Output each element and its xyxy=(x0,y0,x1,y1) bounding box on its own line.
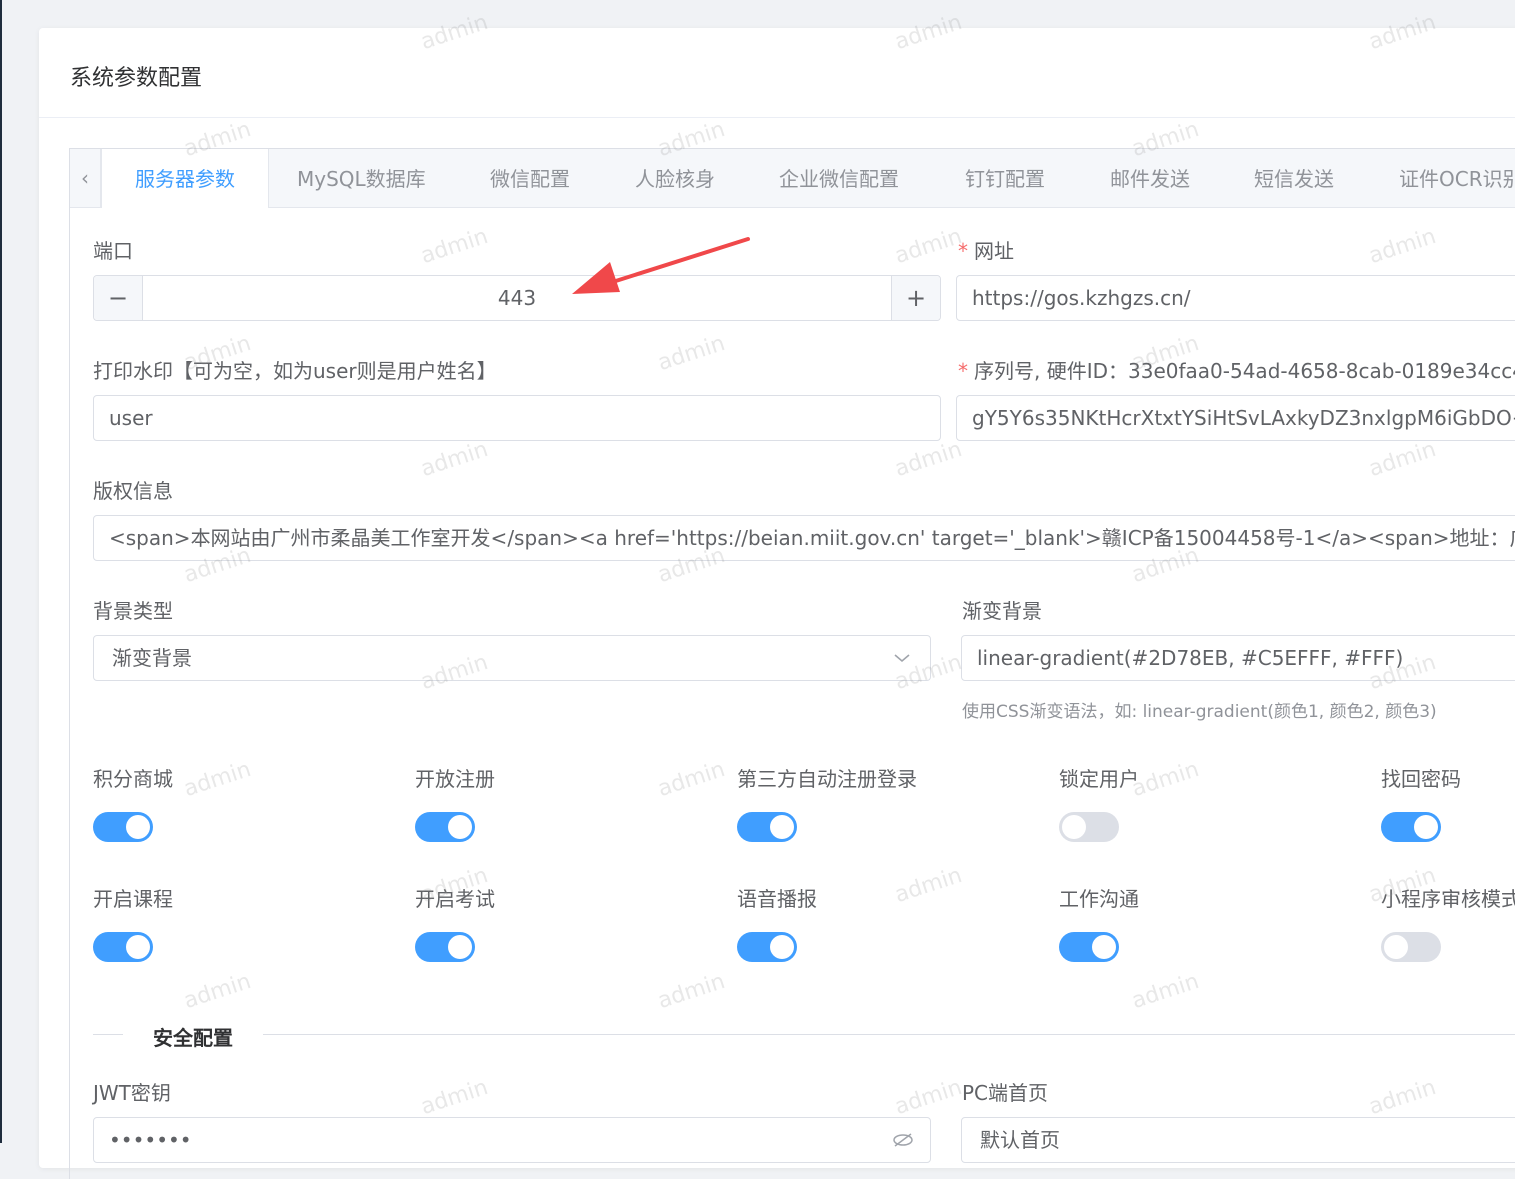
open-register-switch[interactable] xyxy=(415,812,475,842)
serial-label: * 序列号, 硬件ID：33e0faa0-54ad-4658-8cab-0189e… xyxy=(958,355,1515,384)
tab-dingtalk[interactable]: 钉钉配置 xyxy=(965,149,1045,207)
switch-knob xyxy=(1092,935,1116,959)
switch-knob xyxy=(126,935,150,959)
copyright-label: 版权信息 xyxy=(93,479,173,503)
print-watermark-label: 打印水印【可为空，如为user则是用户姓名】 xyxy=(93,359,497,383)
port-decrease-button[interactable]: − xyxy=(94,276,143,320)
required-mark: * xyxy=(958,359,968,383)
serial-label-text: 序列号, 硬件ID：33e0faa0-54ad-4658-8cab-0189e3… xyxy=(974,359,1515,383)
miniapp-review-switch[interactable] xyxy=(1381,932,1441,962)
port-label: 端口 xyxy=(93,239,133,263)
tab-wechat[interactable]: 微信配置 xyxy=(490,149,570,207)
gradient-label: 渐变背景 xyxy=(962,599,1042,623)
switch-knob xyxy=(770,935,794,959)
url-input[interactable]: https://gos.kzhgzs.cn/ xyxy=(956,275,1515,321)
url-label: * 网址 xyxy=(958,235,1014,264)
tab-face-verify[interactable]: 人脸核身 xyxy=(635,149,715,207)
section-divider xyxy=(93,1034,1515,1035)
tab-email[interactable]: 邮件发送 xyxy=(1110,149,1190,207)
enable-exam-switch[interactable] xyxy=(415,932,475,962)
points-mall-switch[interactable] xyxy=(93,812,153,842)
jwt-value: ••••••• xyxy=(109,1128,192,1152)
bg-type-value: 渐变背景 xyxy=(112,646,192,670)
left-edge-stripe xyxy=(0,0,2,1143)
port-increase-button[interactable]: + xyxy=(891,276,940,320)
security-section-title: 安全配置 xyxy=(123,1022,263,1051)
page-title: 系统参数配置 xyxy=(70,66,203,91)
bg-type-select[interactable]: 渐变背景 xyxy=(93,635,931,681)
switch-knob xyxy=(448,935,472,959)
url-label-text: 网址 xyxy=(974,239,1014,263)
print-watermark-input[interactable]: user xyxy=(93,395,941,441)
lock-user-switch[interactable] xyxy=(1059,812,1119,842)
recover-password-label: 找回密码 xyxy=(1381,767,1461,791)
serial-input[interactable]: gY5Y6s35NKtHcrXtxtYSiHtSvLAxkyDZ3nxlgpM6… xyxy=(956,395,1515,441)
third-party-login-switch[interactable] xyxy=(737,812,797,842)
work-chat-label: 工作沟通 xyxy=(1059,887,1139,911)
switch-knob xyxy=(1062,815,1086,839)
voice-broadcast-label: 语音播报 xyxy=(737,887,817,911)
config-card: 系统参数配置 ‹ 服务器参数 MySQL数据库 微信配置 人脸核身 企业微信配置… xyxy=(39,28,1515,1179)
voice-broadcast-switch[interactable] xyxy=(737,932,797,962)
gradient-input[interactable]: linear-gradient(#2D78EB, #C5EFFF, #FFF) xyxy=(961,635,1515,681)
required-mark: * xyxy=(958,239,968,263)
chevron-down-icon xyxy=(894,654,910,663)
tab-mysql[interactable]: MySQL数据库 xyxy=(297,149,426,207)
switch-knob xyxy=(1414,815,1438,839)
tab-sms[interactable]: 短信发送 xyxy=(1254,149,1334,207)
pc-home-label: PC端首页 xyxy=(962,1081,1049,1105)
copyright-input[interactable]: <span>本网站由广州市柔晶美工作室开发</span><a href='htt… xyxy=(93,515,1515,561)
jwt-label: JWT密钥 xyxy=(93,1081,171,1105)
pc-home-select[interactable]: 默认首页 xyxy=(961,1117,1515,1163)
enable-course-switch[interactable] xyxy=(93,932,153,962)
miniapp-review-label: 小程序审核模式 xyxy=(1381,887,1515,911)
third-party-login-label: 第三方自动注册登录 xyxy=(737,767,917,791)
work-chat-switch[interactable] xyxy=(1059,932,1119,962)
hide-password-icon[interactable] xyxy=(892,1132,914,1148)
switch-knob xyxy=(770,815,794,839)
port-input[interactable]: 443 xyxy=(143,276,891,320)
points-mall-label: 积分商城 xyxy=(93,767,173,791)
tab-wecom[interactable]: 企业微信配置 xyxy=(779,149,899,207)
gradient-hint: 使用CSS渐变语法，如: linear-gradient(颜色1, 颜色2, 颜… xyxy=(962,702,1437,722)
tab-server-params[interactable]: 服务器参数 xyxy=(101,149,269,208)
annotation-arrow-icon xyxy=(572,237,750,294)
enable-exam-label: 开启考试 xyxy=(415,887,495,911)
port-stepper: − 443 + xyxy=(93,275,941,321)
tab-ocr[interactable]: 证件OCR识别 xyxy=(1399,149,1515,207)
lock-user-label: 锁定用户 xyxy=(1059,767,1139,791)
bg-type-label: 背景类型 xyxy=(93,599,173,623)
recover-password-switch[interactable] xyxy=(1381,812,1441,842)
switch-knob xyxy=(1384,935,1408,959)
jwt-input[interactable]: ••••••• xyxy=(93,1117,931,1163)
open-register-label: 开放注册 xyxy=(415,767,495,791)
card-divider xyxy=(39,117,1515,118)
switch-knob xyxy=(126,815,150,839)
switch-knob xyxy=(448,815,472,839)
tab-scroll-prev-icon[interactable]: ‹ xyxy=(70,149,101,207)
enable-course-label: 开启课程 xyxy=(93,887,173,911)
tab-header: ‹ 服务器参数 MySQL数据库 微信配置 人脸核身 企业微信配置 钉钉配置 邮… xyxy=(70,149,1515,208)
